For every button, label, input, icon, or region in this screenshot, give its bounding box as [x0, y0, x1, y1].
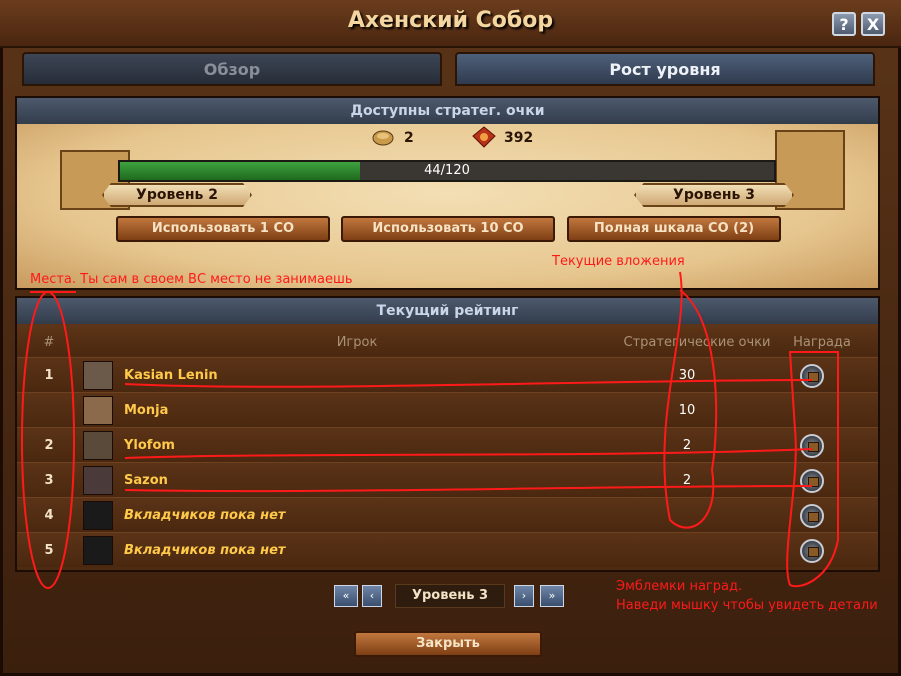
link-line-1: [124, 379, 813, 388]
annotation-strokes: [21, 271, 839, 589]
link-line-2: [124, 448, 813, 459]
link-line-3: [124, 485, 813, 493]
places-circle: [21, 291, 75, 589]
reward-circle: [786, 351, 839, 588]
annotation-emblems-2: Наведи мышку чтобы увидеть детали: [616, 598, 878, 613]
annotation-emblems-1: Эмблемки наград.: [616, 579, 743, 594]
annotation-investments: Текущие вложения: [552, 254, 685, 269]
points-circle: [663, 271, 718, 529]
annotation-places: Места. Ты сам в своем ВС место не занима…: [30, 272, 353, 287]
